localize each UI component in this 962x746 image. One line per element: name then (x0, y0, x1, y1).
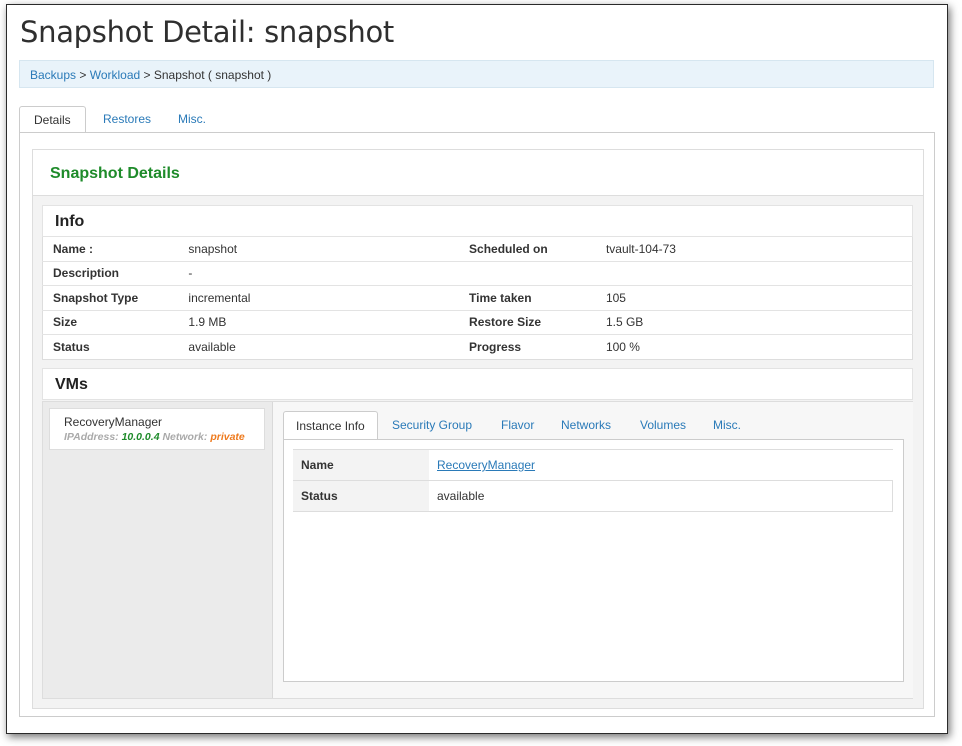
tab-networks[interactable]: Networks (549, 411, 623, 440)
info-value: tvault-104-73 (595, 236, 913, 261)
snapshot-details-panel: Snapshot Details Info Name : snapshot Sc… (32, 149, 924, 709)
instance-info-pane: Name RecoveryManager Status available (283, 439, 904, 682)
tab-misc[interactable]: Misc. (164, 106, 220, 133)
info-label: Progress (459, 334, 596, 359)
info-label: Snapshot Type (42, 285, 179, 310)
instance-name-cell: RecoveryManager (429, 449, 893, 481)
breadcrumb: Backups > Workload > Snapshot ( snapshot… (19, 60, 934, 88)
breadcrumb-workload-link[interactable]: Workload (90, 68, 140, 82)
tab-flavor[interactable]: Flavor (489, 411, 546, 440)
tab-restores[interactable]: Restores (89, 106, 165, 133)
instance-name-link[interactable]: RecoveryManager (437, 458, 535, 472)
info-value: 1.5 GB (595, 309, 913, 335)
info-value: 105 (595, 285, 913, 310)
info-value: - (178, 260, 460, 286)
vm-name: RecoveryManager (64, 415, 163, 429)
vm-meta: IPAddress: 10.0.0.4 Network: private (64, 431, 264, 443)
info-value: 100 % (595, 334, 913, 359)
info-label: Time taken (459, 285, 596, 310)
info-label: Status (42, 334, 179, 359)
instance-info-table: Name RecoveryManager Status available (293, 449, 893, 512)
info-value (595, 260, 913, 286)
info-value: 1.9 MB (178, 309, 460, 335)
breadcrumb-separator: > (76, 68, 90, 82)
vms-section-header: VMs (42, 368, 913, 400)
info-label: Restore Size (459, 309, 596, 335)
info-label: Name : (42, 236, 179, 261)
table-row: Status available (293, 480, 893, 512)
info-label: Size (42, 309, 179, 335)
tab-security-group[interactable]: Security Group (380, 411, 484, 440)
tab-volumes[interactable]: Volumes (628, 411, 698, 440)
table-row: Size 1.9 MB Restore Size 1.5 GB (42, 309, 913, 335)
info-value: incremental (178, 285, 460, 310)
table-row: Status available Progress 100 % (42, 334, 913, 359)
info-label (459, 260, 596, 286)
vms-panel: RecoveryManager IPAddress: 10.0.0.4 Netw… (42, 401, 913, 699)
info-heading: Info (55, 213, 85, 230)
window-frame: Snapshot Detail: snapshot Backups > Work… (6, 4, 948, 734)
snapshot-details-header: Snapshot Details (33, 150, 923, 196)
table-row: Description - (42, 260, 913, 286)
tab-details[interactable]: Details (19, 106, 86, 133)
network-value: private (210, 431, 245, 443)
tab-vm-misc[interactable]: Misc. (701, 411, 753, 440)
details-tab-pane: Snapshot Details Info Name : snapshot Sc… (19, 132, 935, 717)
instance-name-label: Name (293, 449, 429, 481)
info-value: snapshot (178, 236, 460, 261)
ip-label: IPAddress: (64, 431, 119, 443)
info-label: Scheduled on (459, 236, 596, 261)
instance-status-label: Status (293, 480, 429, 512)
breadcrumb-current: Snapshot ( snapshot ) (153, 68, 272, 82)
page-title: Snapshot Detail: snapshot (20, 15, 394, 49)
info-section-header: Info (42, 205, 913, 237)
vm-list-item[interactable]: RecoveryManager IPAddress: 10.0.0.4 Netw… (49, 408, 265, 450)
vms-heading: VMs (55, 376, 88, 393)
table-row: Name RecoveryManager (293, 449, 893, 481)
network-label: Network: (162, 431, 208, 443)
info-value: available (178, 334, 460, 359)
snapshot-details-title: Snapshot Details (50, 165, 180, 182)
info-table: Name : snapshot Scheduled on tvault-104-… (42, 236, 913, 360)
table-row: Snapshot Type incremental Time taken 105 (42, 285, 913, 310)
table-row: Name : snapshot Scheduled on tvault-104-… (42, 236, 913, 261)
ip-value: 10.0.0.4 (121, 431, 160, 443)
breadcrumb-separator: > (140, 68, 154, 82)
tab-instance-info[interactable]: Instance Info (283, 411, 378, 440)
vm-detail-panel: Instance Info Security Group Flavor Netw… (272, 402, 913, 698)
breadcrumb-backups-link[interactable]: Backups (30, 68, 76, 82)
info-label: Description (42, 260, 179, 286)
instance-status-value: available (429, 480, 893, 512)
